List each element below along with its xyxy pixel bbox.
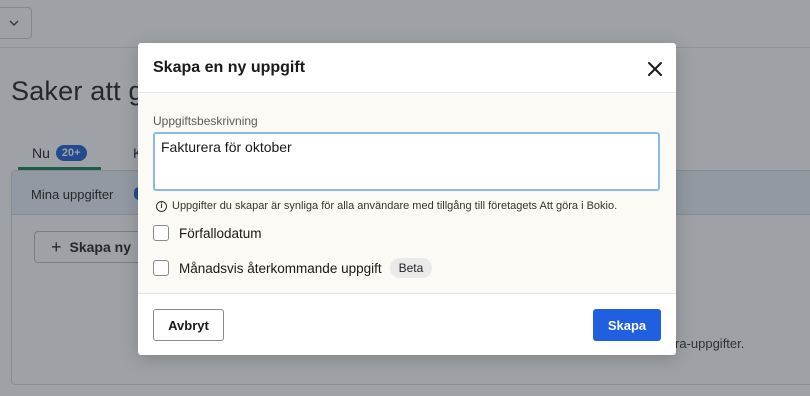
recurring-checkbox[interactable]: [153, 260, 169, 276]
due-date-checkbox[interactable]: [153, 225, 169, 241]
description-input[interactable]: [153, 132, 660, 191]
description-label: Uppgiftsbeskrivning: [153, 114, 258, 128]
close-icon: [648, 62, 662, 76]
due-date-label: Förfallodatum: [179, 225, 262, 241]
dialog-title: Skapa en ny uppgift: [153, 59, 306, 76]
due-date-option[interactable]: Förfallodatum: [153, 225, 262, 241]
recurring-option[interactable]: Månadsvis återkommande uppgift Beta: [153, 258, 433, 278]
recurring-label: Månadsvis återkommande uppgift: [179, 260, 382, 276]
dialog-header: Skapa en ny uppgift: [138, 43, 676, 93]
cancel-button[interactable]: Avbryt: [153, 309, 224, 341]
info-icon: i: [156, 200, 167, 212]
dialog-body: Uppgiftsbeskrivning i Uppgifter du skapa…: [138, 94, 676, 294]
close-button[interactable]: [643, 57, 667, 81]
create-button[interactable]: Skapa: [593, 309, 661, 341]
info-text: Uppgifter du skapar är synliga för alla …: [172, 200, 618, 212]
info-note: i Uppgifter du skapar är synliga för all…: [156, 200, 617, 212]
create-task-dialog: Skapa en ny uppgift Uppgiftsbeskrivning …: [138, 43, 676, 355]
beta-badge: Beta: [389, 258, 433, 278]
